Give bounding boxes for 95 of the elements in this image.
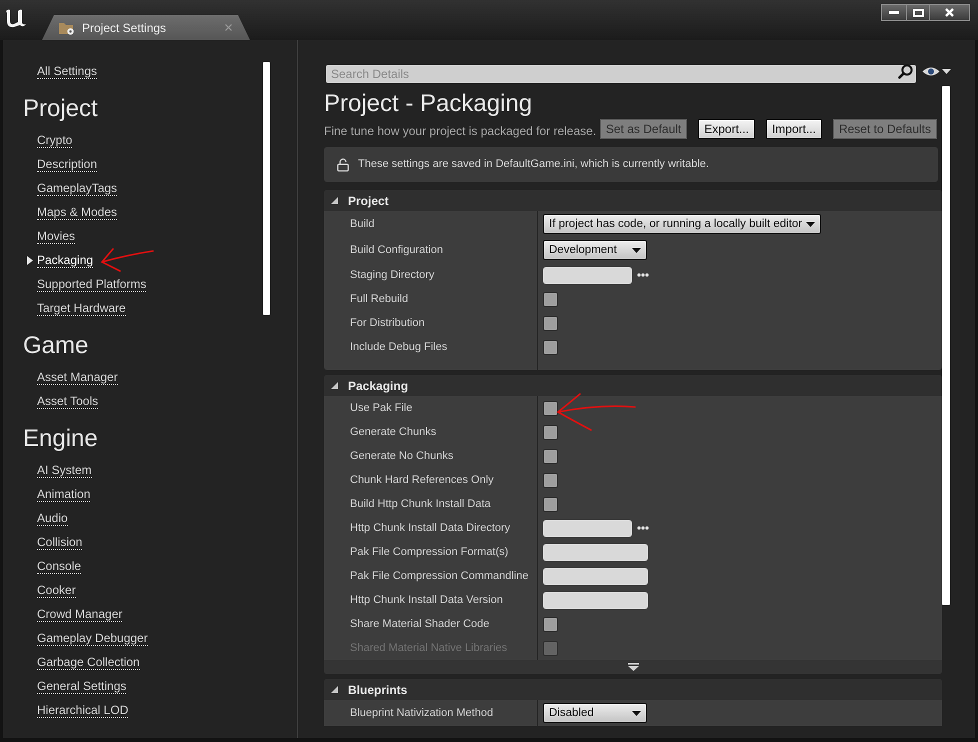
sidebar-link[interactable]: Animation [37,486,90,502]
minimize-button[interactable] [881,4,907,21]
sidebar-link[interactable]: Target Hardware [37,300,126,316]
sidebar-link[interactable]: GameplayTags [37,180,118,196]
category-header[interactable]: Packaging [324,375,942,396]
scrollbar-thumb[interactable] [942,86,950,605]
sidebar-link[interactable]: Cooker [37,582,76,598]
sidebar-link[interactable]: Audio [37,510,68,526]
category-title: Blueprints [348,682,408,696]
sidebar-link[interactable]: Packaging [37,252,94,268]
path-field[interactable] [543,266,632,284]
property-label: Http Chunk Install Data Directory [350,522,510,534]
checkbox[interactable] [543,472,558,488]
search-icon [898,64,913,78]
document-tab[interactable]: Project Settings [42,15,250,40]
text-field[interactable] [543,544,648,560]
page-description: Fine tune how your project is packaged for release. [324,124,596,138]
caret-icon [942,68,951,74]
property-label: Build [350,218,374,230]
view-options-button[interactable] [922,66,951,76]
caret-icon [632,248,641,252]
checkbox[interactable] [543,496,558,512]
category-title: Project [348,194,389,208]
caret-icon [632,710,641,716]
property-label: Pak File Compression Format(s) [350,546,508,558]
maximize-button[interactable] [907,4,930,21]
text-field[interactable] [543,568,648,584]
close-icon [945,8,954,17]
action-button[interactable]: Import... [766,119,822,139]
property-label: Share Material Shader Code [350,618,490,630]
property-label: Full Rebuild [350,292,408,306]
property-label: Generate Chunks [350,426,436,438]
sidebar-link[interactable]: Crypto [37,132,72,148]
browse-button[interactable] [637,273,649,277]
dropdown[interactable]: If project has code, or running a locally built editor [543,214,822,234]
ellipsis-icon [637,526,649,530]
page-title: Project - Packaging [324,89,532,119]
section-heading: Project [23,95,98,123]
property-label: Include Debug Files [350,340,448,354]
sidebar-link[interactable]: Asset Manager [37,370,118,384]
property-label: Build Http Chunk Install Data [350,498,491,510]
text-field[interactable] [543,592,648,608]
minimize-icon [889,11,899,14]
maximize-icon [912,8,924,16]
sidebar-link[interactable]: Description [37,156,98,172]
sidebar-link[interactable]: Console [37,558,82,574]
checkbox[interactable] [543,424,558,440]
property-label: Pak File Compression Commandline [350,570,529,582]
section-heading: Game [23,332,88,360]
unlocked-padlock-icon [336,158,350,172]
caret-icon [806,222,816,226]
checkbox[interactable] [543,400,558,416]
property-label: For Distribution [350,316,425,330]
sidebar-link[interactable]: Hierarchical LOD [37,702,128,718]
checkbox[interactable] [543,292,558,306]
sidebar-link[interactable]: Garbage Collection [37,654,140,670]
property-label: Staging Directory [350,268,434,282]
property-label: Chunk Hard References Only [350,474,494,486]
sidebar-link[interactable]: Movies [37,228,76,244]
path-field[interactable] [543,520,632,536]
sidebar-link[interactable]: Crowd Manager [37,606,122,622]
close-button[interactable] [930,4,970,21]
category-title: Packaging [348,378,408,392]
sidebar-link[interactable]: All Settings [37,64,98,78]
dropdown[interactable]: Disabled [543,703,647,723]
checkbox[interactable] [543,316,558,330]
scrollbar-thumb[interactable] [263,62,270,315]
checkbox[interactable] [543,340,558,354]
info-text: These settings are saved in DefaultGame.ini, which is currently writable. [358,158,709,171]
action-button[interactable]: Export... [698,119,755,139]
property-label: Use Pak File [350,402,412,414]
sidebar-link[interactable]: Maps & Modes [37,204,118,220]
sidebar-link[interactable]: Asset Tools [37,394,98,408]
close-icon [225,24,232,31]
search-field[interactable]: Search Details [326,65,916,83]
section-heading: Engine [23,425,98,453]
sidebar-link[interactable]: Supported Platforms [37,276,146,292]
eye-icon [922,66,940,76]
sidebar-link[interactable]: Gameplay Debugger [37,630,148,646]
property-label: Generate No Chunks [350,450,454,462]
browse-button[interactable] [637,526,649,530]
property-label: Http Chunk Install Data Version [350,594,503,606]
ellipsis-icon [637,273,649,277]
expand-down-icon [628,663,638,671]
category-header[interactable]: Blueprints [324,679,942,700]
sidebar-link[interactable]: AI System [37,462,92,478]
sidebar-link[interactable]: General Settings [37,678,126,694]
checkbox[interactable] [543,616,558,632]
dropdown[interactable]: Development [543,240,647,260]
category-header[interactable]: Project [324,190,942,211]
property-label: Blueprint Nativization Method [350,706,494,720]
logo-icon [5,8,27,28]
checkbox[interactable] [543,448,558,464]
sidebar-link[interactable]: Collision [37,534,82,550]
property-label: Build Configuration [350,244,443,256]
